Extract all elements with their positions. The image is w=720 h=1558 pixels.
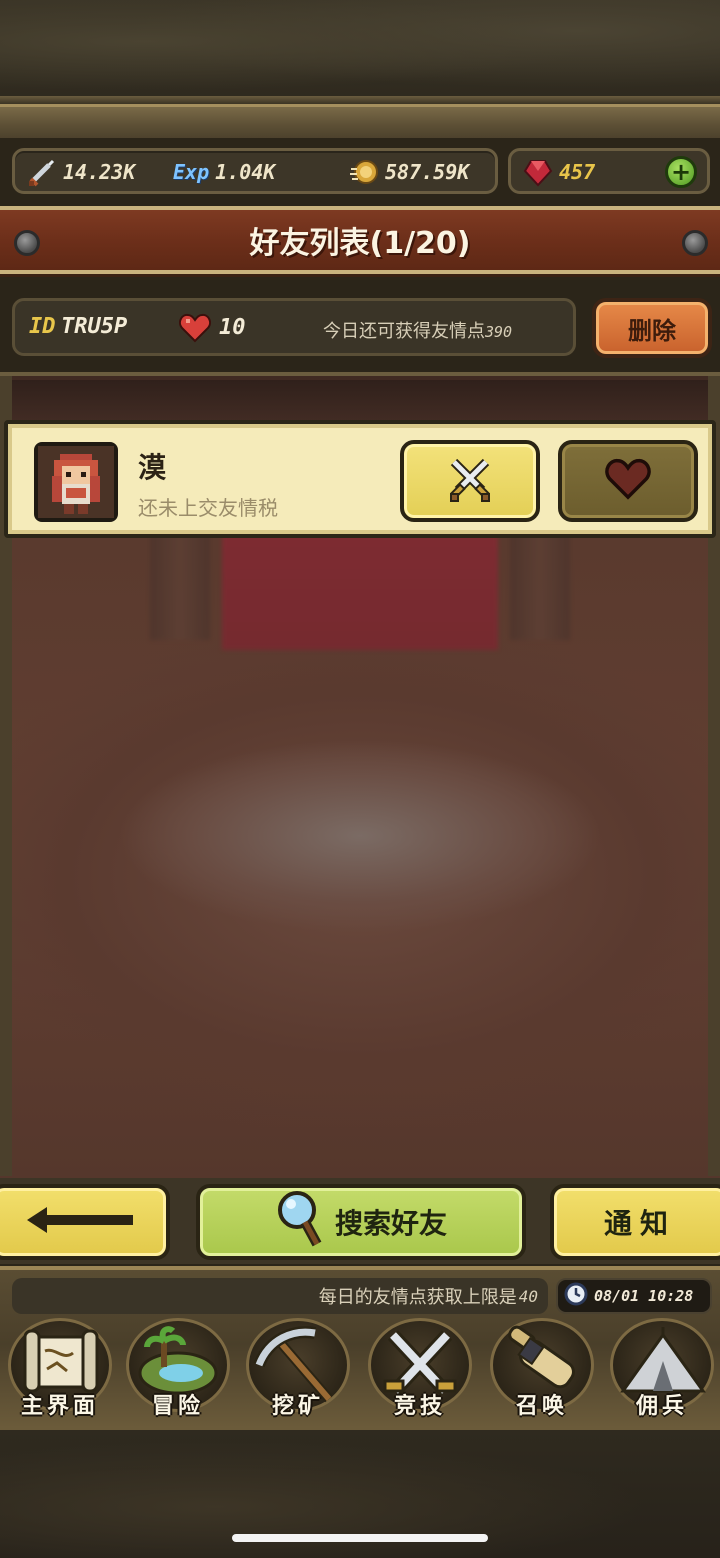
- rivet-right-icon: [682, 230, 708, 256]
- clock-icon: [564, 1282, 588, 1310]
- heart-count: 10: [219, 315, 246, 340]
- sword-icon: [27, 157, 57, 187]
- player-id: TRU5P: [61, 314, 128, 339]
- exp-resource: Exp 1.04K: [173, 157, 275, 187]
- daily-limit-value: 40: [518, 1286, 538, 1306]
- battle-friend-button[interactable]: [400, 440, 540, 522]
- nav-mining[interactable]: 挖矿: [240, 1316, 356, 1420]
- crossed-swords-icon: [446, 456, 494, 506]
- heart-icon: [178, 313, 212, 347]
- gold-value: 587.59K: [385, 160, 470, 184]
- send-friendship-button[interactable]: [558, 440, 698, 522]
- nav-mercenary-label: 佣兵: [635, 1394, 688, 1419]
- rivet-left-icon: [14, 230, 40, 256]
- gem-bar: 457 +: [508, 148, 710, 194]
- search-friend-label: 搜索好友: [334, 1207, 447, 1240]
- friend-name: 漠: [138, 451, 167, 484]
- nav-summon-label: 召唤: [515, 1394, 568, 1419]
- magnifier-icon: [275, 1190, 323, 1255]
- arena-pillar: [150, 520, 210, 640]
- nav-mining-label: 挖矿: [271, 1394, 324, 1419]
- friendship-remaining-label: 今日还可获得友情点: [323, 321, 485, 342]
- top-frame: [0, 104, 720, 138]
- clock-time: 08/01 10:28: [594, 1287, 694, 1305]
- player-info-bar: ID TRU5P 10 今日还可获得友情点390: [12, 298, 576, 356]
- exp-icon: Exp: [173, 160, 210, 184]
- resource-bar: 14.23K Exp 1.04K 587.59K: [12, 148, 498, 194]
- top-map-background: [0, 0, 720, 104]
- friendship-points-remaining: 今日还可获得友情点390: [323, 317, 512, 343]
- nav-adventure-label: 冒险: [151, 1394, 204, 1419]
- daily-limit-bar: 每日的友情点获取上限是 40: [12, 1278, 548, 1314]
- nav-adventure[interactable]: 冒险: [120, 1316, 236, 1420]
- nav-arena[interactable]: 竞技: [362, 1316, 478, 1420]
- delete-friend-button[interactable]: 删除: [592, 298, 712, 358]
- friend-list-item[interactable]: 漠 还未上交友情税: [4, 420, 716, 538]
- add-gems-button[interactable]: +: [665, 156, 697, 188]
- nav-home-label: 主界面: [20, 1394, 99, 1419]
- notice-button[interactable]: 通知: [550, 1184, 720, 1260]
- friend-avatar[interactable]: [34, 442, 118, 522]
- gold-coin-icon: [349, 157, 379, 187]
- friendship-remaining-value: 390: [485, 323, 513, 341]
- nav-home[interactable]: 主界面: [2, 1316, 118, 1420]
- gem-resource: 457: [523, 157, 595, 187]
- nav-summon[interactable]: 召唤: [484, 1316, 600, 1420]
- nav-mercenary[interactable]: 佣兵: [604, 1316, 720, 1420]
- clock-display: 08/01 10:28: [556, 1278, 712, 1314]
- page-title: 好友列表(1/20): [249, 226, 471, 261]
- back-button[interactable]: [0, 1184, 170, 1260]
- gem-value: 457: [559, 160, 596, 184]
- ruby-gem-icon: [523, 157, 553, 187]
- arena-pillar: [510, 520, 570, 640]
- heart-icon: [605, 458, 651, 504]
- id-label: ID: [29, 314, 56, 339]
- search-friend-button[interactable]: 搜索好友: [196, 1184, 526, 1260]
- home-indicator[interactable]: [232, 1534, 488, 1542]
- attack-value: 14.23K: [63, 160, 136, 184]
- gold-resource: 587.59K: [349, 157, 469, 187]
- plus-icon: +: [670, 158, 692, 186]
- exp-value: 1.04K: [215, 160, 276, 184]
- friend-status: 还未上交友情税: [138, 496, 278, 520]
- attack-resource: 14.23K: [27, 157, 135, 187]
- title-banner: 好友列表(1/20): [0, 206, 720, 274]
- daily-limit-label: 每日的友情点获取上限是: [318, 1287, 517, 1308]
- nav-arena-label: 竞技: [393, 1394, 446, 1419]
- back-arrow-icon: [25, 1205, 135, 1239]
